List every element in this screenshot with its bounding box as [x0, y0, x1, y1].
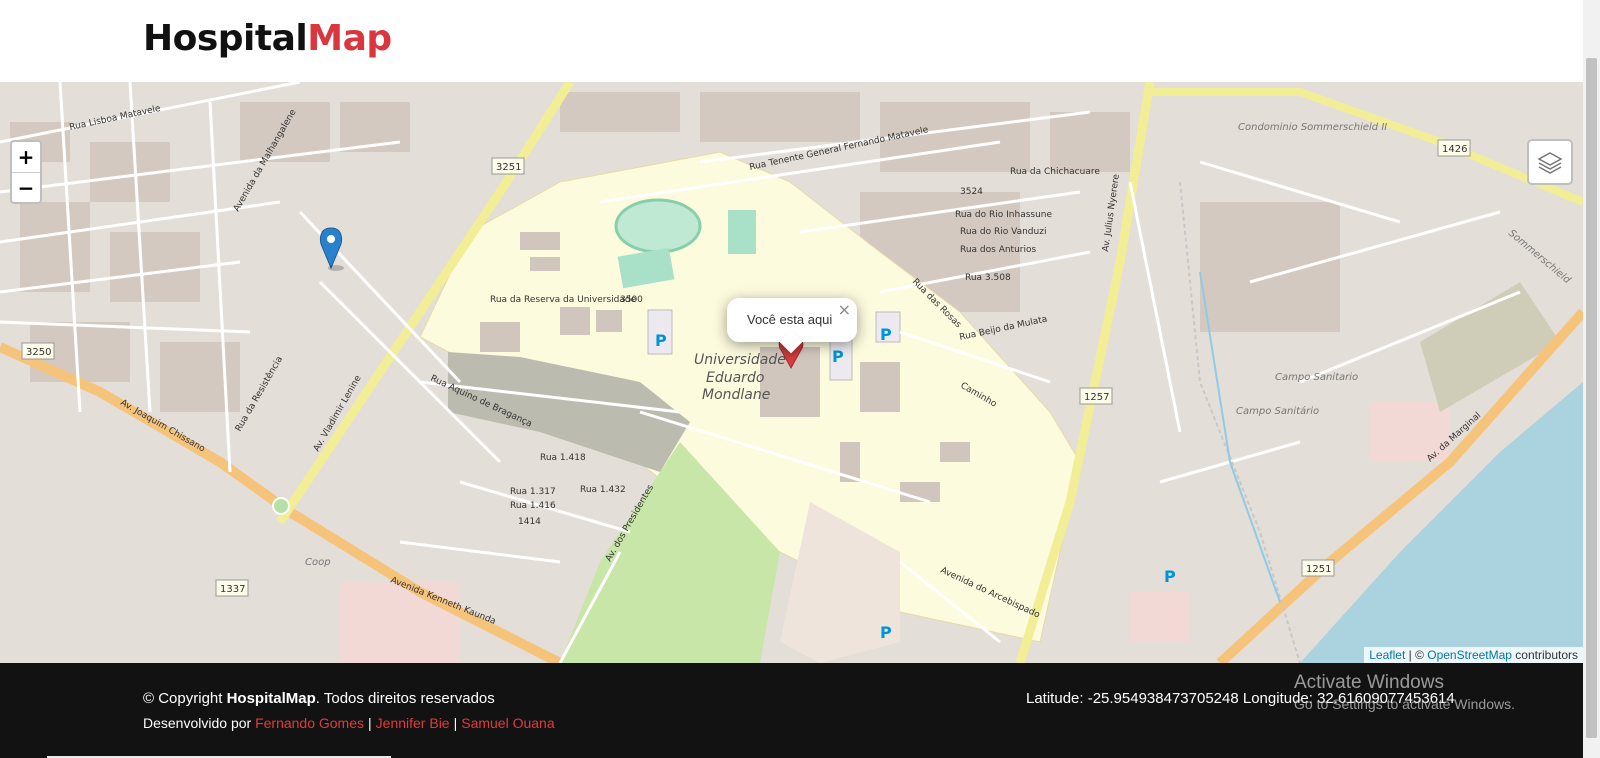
map-label: 3524 — [960, 187, 983, 197]
map-label: Rua da Chichacuare — [1010, 167, 1100, 177]
zoom-control: + − — [10, 140, 42, 204]
zoom-in-button[interactable]: + — [12, 142, 40, 173]
windows-activation-watermark: Activate Windows Go to Settings to activ… — [1294, 672, 1515, 712]
area-label: Coop — [305, 557, 331, 568]
brand-text: Hospital — [143, 18, 308, 59]
map-tiles[interactable]: Rua da Reserva da Universidade 3500 Univ… — [0, 82, 1583, 663]
zoom-out-button[interactable]: − — [12, 173, 40, 203]
layers-icon — [1537, 152, 1563, 174]
developed-by-label: Desenvolvido por — [143, 715, 256, 731]
road-shield: 1251 — [1306, 564, 1331, 575]
road-shield: 1426 — [1442, 144, 1467, 155]
popup-text: Você esta aqui — [747, 312, 833, 327]
map-label: Rua do Rio Vanduzi — [960, 227, 1046, 237]
developer-link[interactable]: Jennifer Bie — [376, 715, 450, 731]
site-header: HospitalMap — [0, 0, 1583, 82]
copyright-prefix: © Copyright — [143, 690, 227, 707]
parking-icon: P — [880, 325, 892, 344]
brand-accent-text: Map — [307, 18, 392, 59]
osm-link[interactable]: OpenStreetMap — [1427, 648, 1512, 662]
road-shield: 3250 — [26, 347, 51, 358]
area-label: Condominio Sommerschield II — [1238, 122, 1387, 133]
road-shield: 3251 — [496, 162, 521, 173]
attribution-suffix: contributors — [1511, 648, 1578, 662]
map-label: Rua 1.418 — [540, 453, 586, 463]
parking-icon: P — [832, 347, 844, 366]
developer-link[interactable]: Samuel Ouana — [461, 715, 554, 731]
divider: | — [453, 715, 458, 731]
university-label: Eduardo — [706, 370, 764, 386]
map-label: Rua 1.317 — [510, 487, 556, 497]
map-label: Rua 3.508 — [965, 273, 1011, 283]
map-label: 3500 — [620, 295, 643, 305]
scrollbar-thumb[interactable] — [1586, 58, 1597, 738]
attribution-separator: | © — [1405, 648, 1428, 662]
map-attribution: Leaflet | © OpenStreetMap contributors — [1364, 647, 1583, 663]
parking-icon: P — [1164, 567, 1176, 586]
watermark-subtitle: Go to Settings to activate Windows. — [1294, 696, 1515, 712]
developer-link[interactable]: Fernando Gomes — [255, 715, 364, 731]
map-label: 1414 — [518, 517, 541, 527]
parking-icon: P — [655, 331, 667, 350]
copyright-brand: HospitalMap — [226, 690, 316, 707]
university-label: Mondlane — [702, 387, 770, 403]
area-label: Campo Sanitario — [1275, 372, 1358, 383]
divider: | — [368, 715, 372, 731]
university-label: Universidade — [694, 352, 786, 368]
road-shield: 1337 — [220, 584, 245, 595]
copyright-suffix: . Todos direitos reservados — [315, 690, 495, 707]
copyright-text: © Copyright HospitalMap. Todos direitos … — [143, 690, 495, 707]
map-label: Rua 1.432 — [580, 485, 626, 495]
map-label: Rua dos Anturios — [960, 245, 1036, 255]
map-label: Rua 1.416 — [510, 501, 556, 511]
map-label: Rua da Reserva da Universidade — [490, 295, 637, 305]
layers-button[interactable] — [1527, 139, 1573, 185]
location-popup: Você esta aqui × — [727, 298, 857, 354]
map-container[interactable]: Rua da Reserva da Universidade 3500 Univ… — [0, 82, 1583, 663]
brand-logo[interactable]: HospitalMap — [143, 18, 392, 59]
developer-credits: Desenvolvido por Fernando Gomes | Jennifer… — [143, 715, 555, 731]
map-label: Rua do Rio Inhassune — [955, 210, 1052, 220]
area-label: Campo Sanitário — [1236, 405, 1319, 417]
leaflet-link[interactable]: Leaflet — [1369, 648, 1405, 662]
parking-icon: P — [880, 623, 892, 642]
popup-close-icon[interactable]: × — [838, 300, 851, 319]
page-scrollbar[interactable] — [1583, 0, 1600, 758]
road-shield: 1257 — [1084, 392, 1109, 403]
watermark-title: Activate Windows — [1294, 672, 1444, 693]
